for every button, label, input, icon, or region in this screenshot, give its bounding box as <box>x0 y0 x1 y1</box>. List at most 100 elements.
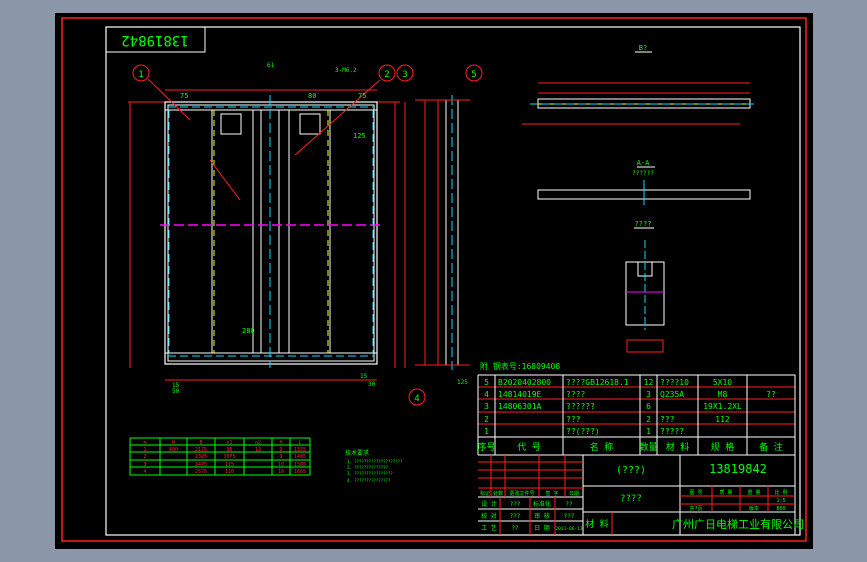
table-cell: 标准化 <box>533 500 551 508</box>
table-cell: ???? <box>620 494 642 504</box>
inner-frame <box>105 26 801 536</box>
table-cell: 2 <box>646 415 651 424</box>
table-cell: 1 <box>646 427 651 436</box>
table-cell: 代 号 <box>517 442 540 453</box>
table-cell: 2475 <box>195 462 207 468</box>
size-table: m H Bn1 n2 H L 1 400 2175 95 13 9 1335 2 2325 1075 9 1485… <box>129 437 311 476</box>
table-cell: 13 <box>255 447 261 453</box>
table-cell: ??? <box>510 501 521 508</box>
table-cell: ??? <box>566 415 581 424</box>
table-cell: 3 <box>484 402 489 411</box>
notes-title: 技术要求 <box>345 449 369 457</box>
table-cell: B2020402800 <box>498 378 551 387</box>
table-cell: ????10 <box>660 378 689 387</box>
table-cell: n2 <box>255 440 261 446</box>
table-cell: 3 <box>143 462 146 468</box>
parts-list-caption: 附 钢表号:16809408 <box>480 361 560 371</box>
table-cell: H <box>172 440 175 446</box>
svg-text:3. ????????????????: 3. ???????????????? <box>347 471 393 476</box>
table-cell: 名 称 <box>590 441 613 453</box>
table-cell: ?? <box>511 525 519 532</box>
table-cell: 2011-06-13 <box>555 526 582 532</box>
table-cell: 2175 <box>195 447 207 453</box>
table-cell: 工 艺 <box>481 524 497 532</box>
table-cell: 110 <box>225 469 234 475</box>
table-cell: 10 <box>278 462 284 468</box>
svg-text:15: 15 <box>360 373 368 380</box>
front-view: 1 2 3 5 4 75 80 75 125 280 3-M6.2 61 15 … <box>128 62 483 406</box>
svg-text:4. ???????????????: 4. ??????????????? <box>347 478 391 483</box>
svg-text:2. ??????????????: 2. ?????????????? <box>347 465 389 470</box>
table-cell: 9 <box>279 454 282 460</box>
table-cell: 材 料 <box>666 441 689 453</box>
table-cell: 共?页 <box>689 505 702 512</box>
table-cell: 日期 <box>569 491 579 497</box>
table-cell: 数量 <box>639 441 657 453</box>
table-cell: 质 量 <box>719 489 732 496</box>
table-cell: 1 <box>143 447 146 453</box>
table-cell: 5 <box>484 378 489 387</box>
table-cell: 19X1.2XL <box>703 402 742 411</box>
parts-list: 5 B2020402800 ????GB12618.1 12 ????10 5X104 14… <box>477 374 796 456</box>
table-cell: 12 <box>644 378 654 387</box>
table-cell: M8 <box>718 390 728 399</box>
svg-text:75: 75 <box>180 92 188 100</box>
table-cell: 校 对 <box>481 512 497 520</box>
svg-text:1: 1 <box>138 70 143 80</box>
title-block: 标记 处数 更改文件号 签 字 日期设 计??? 标准化 ?? 校 对??? 审 核 ??? 工 艺… <box>478 455 804 535</box>
svg-text:125: 125 <box>457 379 468 386</box>
table-cell: 5X10 <box>713 378 732 387</box>
table-cell: H <box>279 440 282 446</box>
mirrored-drawing-number: 13819842 <box>121 32 188 48</box>
table-cell: 更改文件号 <box>509 490 534 497</box>
svg-text:B?: B? <box>639 44 647 52</box>
svg-text:5: 5 <box>471 70 476 80</box>
table-cell: ?????? <box>566 402 595 411</box>
table-cell: 1335 <box>294 447 306 453</box>
table-cell: 审 核 <box>534 512 550 520</box>
svg-text:80: 80 <box>308 92 316 100</box>
table-cell: ????? <box>660 427 684 436</box>
outer-border <box>61 17 807 542</box>
table-cell: 1585 <box>294 462 306 468</box>
svg-text:125: 125 <box>353 132 366 140</box>
table-cell: 14806301A <box>498 402 542 411</box>
table-cell: 广州广日电梯工业有限公司 <box>672 517 804 531</box>
svg-text:3-M6.2: 3-M6.2 <box>335 67 357 74</box>
table-cell: 1665 <box>294 469 306 475</box>
svg-text:A-A: A-A <box>637 159 650 167</box>
cad-drawing-canvas[interactable]: 13819842 1 2 3 5 4 75 80 75 125 280 3-M6… <box>55 13 813 549</box>
table-cell: 4 <box>143 469 146 475</box>
svg-text:1. ????????????????????: 1. ???????????????????? <box>347 459 403 464</box>
svg-text:280: 280 <box>242 327 255 335</box>
table-cell: 115 <box>225 462 234 468</box>
table-cell: 设 计 <box>481 500 497 508</box>
table-cell: 9 <box>279 447 282 453</box>
table-cell: B <box>199 440 202 446</box>
table-cell: 日 期 <box>534 524 550 532</box>
table-cell: ?? <box>766 390 776 399</box>
side-view: 125 <box>415 95 470 386</box>
table-cell: 400 <box>169 447 178 453</box>
svg-text:30: 30 <box>368 381 376 388</box>
table-cell: 签 字 <box>545 490 558 497</box>
table-cell: 版本 <box>749 505 759 512</box>
table-cell: ???? <box>566 390 585 399</box>
table-cell: 1 <box>484 427 489 436</box>
table-cell: 规 格 <box>711 441 734 453</box>
table-cell: 2 <box>484 415 489 424</box>
table-cell: 处数 <box>493 490 503 497</box>
top-view: B? A-A ?????? ???? <box>522 44 758 353</box>
table-cell: ??? <box>660 415 675 424</box>
table-cell: 重 量 <box>747 489 760 496</box>
table-cell: 2 <box>143 454 146 460</box>
svg-text:4: 4 <box>414 394 419 404</box>
table-cell: ??? <box>510 513 521 520</box>
table-cell: 13819842 <box>709 462 767 476</box>
table-cell: 95 <box>226 447 232 453</box>
table-cell: L <box>298 440 301 446</box>
table-cell: Q235A <box>660 390 684 399</box>
svg-text:75: 75 <box>358 92 366 100</box>
table-cell: ?? <box>565 501 573 508</box>
table-cell: B00 <box>776 506 785 512</box>
